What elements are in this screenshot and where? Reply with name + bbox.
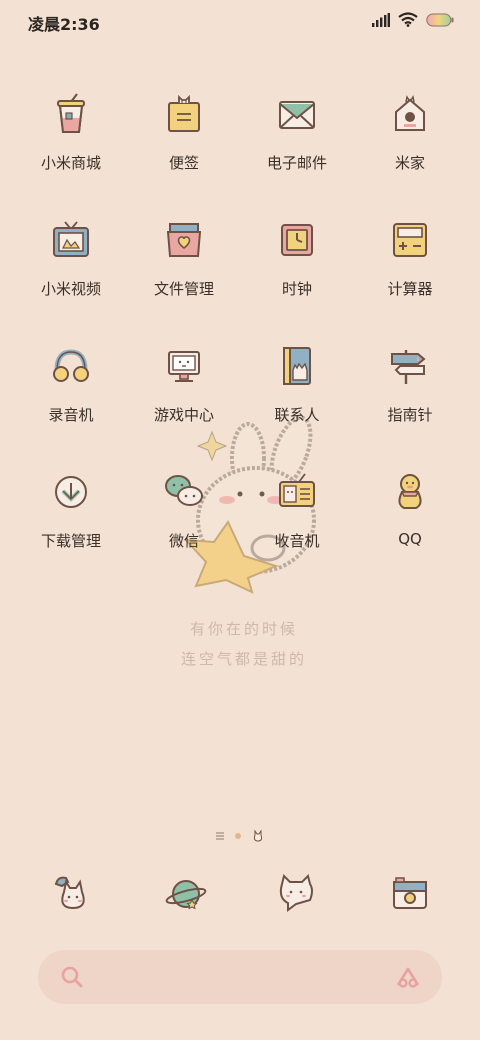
app-radio[interactable]: 收音机 [241, 470, 353, 551]
app-compass[interactable]: 指南针 [354, 344, 466, 425]
app-calculator[interactable]: 计算器 [354, 218, 466, 299]
camera-icon [393, 877, 427, 909]
app-label: 便签 [168, 154, 199, 172]
app-clock[interactable]: 时钟 [241, 218, 353, 299]
app-label: 小米商城 [40, 154, 101, 172]
app-label: 计算器 [387, 280, 433, 298]
app-recorder[interactable]: 录音机 [15, 344, 127, 425]
calculator-icon [393, 223, 427, 257]
app-label: 小米视频 [40, 280, 101, 298]
app-label: 指南针 [387, 406, 433, 424]
monitor-icon [168, 351, 200, 382]
assistant-icon[interactable] [394, 963, 422, 991]
dock [0, 870, 480, 920]
wifi-icon [398, 12, 418, 27]
app-mijia[interactable]: 米家 [354, 92, 466, 173]
app-download-manager[interactable]: 下载管理 [15, 470, 127, 551]
app-label: 电子邮件 [266, 154, 327, 172]
headphones-icon [53, 349, 89, 382]
planet-browser-icon [165, 880, 207, 910]
dock-messages[interactable] [272, 870, 320, 918]
dock-browser[interactable] [162, 870, 210, 918]
birdhouse-icon [395, 95, 425, 131]
app-mi-store[interactable]: 小米商城 [15, 92, 127, 173]
app-label: 下载管理 [40, 532, 101, 550]
signpost-icon [391, 350, 426, 384]
app-label: 联系人 [274, 406, 320, 424]
page-dot-icon [235, 833, 241, 839]
app-label: QQ [398, 530, 422, 548]
chat-bubbles-icon [165, 475, 203, 506]
app-label: 时钟 [281, 280, 312, 298]
app-wechat[interactable]: 微信 [128, 470, 240, 551]
app-game-center[interactable]: 游戏中心 [128, 344, 240, 425]
bunny-message-icon [279, 874, 313, 912]
app-email[interactable]: 电子邮件 [241, 92, 353, 173]
wallpaper-line2: 连空气都是甜的 [181, 650, 307, 668]
dock-phone[interactable] [48, 870, 96, 918]
folder-heart-icon [166, 223, 202, 257]
wallpaper-line1: 有你在的时候 [190, 620, 298, 638]
page-indicator[interactable] [0, 828, 480, 844]
app-label: 米家 [394, 154, 425, 172]
clock-icon [281, 224, 313, 256]
app-mi-video[interactable]: 小米视频 [15, 218, 127, 299]
drink-cup-icon [57, 93, 85, 133]
search-icon [61, 966, 83, 988]
search-bar[interactable] [38, 950, 442, 1004]
app-label: 录音机 [48, 406, 94, 424]
status-icons [372, 12, 454, 27]
phone-bunny-icon [54, 876, 85, 910]
app-contacts[interactable]: 联系人 [241, 344, 353, 425]
page-list-icon [216, 832, 224, 840]
page-bunny-icon [253, 830, 263, 842]
status-time: 凌晨2:36 [28, 15, 100, 34]
signal-icon [372, 12, 390, 27]
app-label: 文件管理 [153, 280, 214, 298]
app-label: 收音机 [274, 532, 320, 550]
contact-book-icon [283, 347, 311, 385]
app-label: 游戏中心 [153, 406, 214, 424]
envelope-icon [279, 101, 315, 129]
battery-icon [426, 13, 454, 26]
status-bar: 凌晨2:36 [0, 0, 480, 42]
app-notes[interactable]: 便签 [128, 92, 240, 173]
sticky-note-icon [168, 94, 200, 132]
radio-icon [279, 473, 315, 507]
tv-icon [53, 221, 89, 257]
app-label: 微信 [168, 532, 199, 550]
duck-icon [398, 474, 422, 509]
app-file-manager[interactable]: 文件管理 [128, 218, 240, 299]
dock-camera[interactable] [386, 870, 434, 918]
download-icon [55, 476, 87, 508]
app-qq[interactable]: QQ [354, 470, 466, 548]
